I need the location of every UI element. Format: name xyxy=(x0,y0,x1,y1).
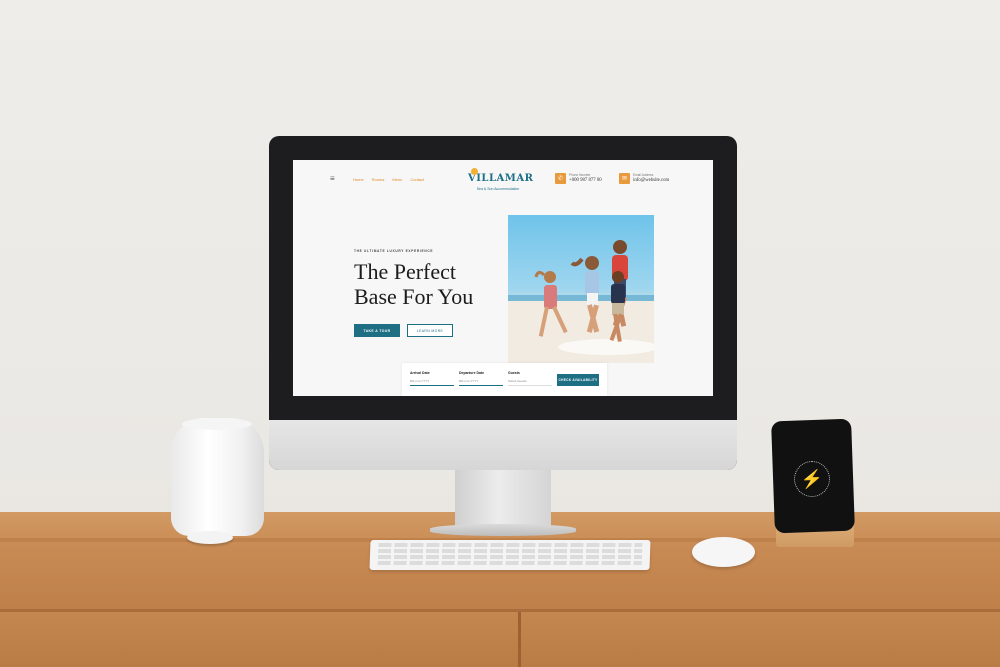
smart-speaker-top xyxy=(182,418,252,430)
beach-family-illustration xyxy=(508,240,654,363)
hero-family-photo xyxy=(508,215,654,363)
smart-speaker xyxy=(171,418,264,536)
main-menu: Home Rooms Menu Contact xyxy=(353,177,424,182)
menu-item-menu[interactable]: Menu xyxy=(392,177,402,182)
lightning-bolt-icon: ⚡ xyxy=(794,461,830,497)
keyboard xyxy=(369,540,651,570)
site-header: ≡ Home Rooms Menu Contact VILLAMAR Sea &… xyxy=(293,160,713,200)
check-availability-button[interactable]: CHECK AVAILABILITY xyxy=(557,374,599,386)
booking-form: Arrival Date DD-mm-YYYY Departure Date D… xyxy=(402,363,607,396)
phone-icon: ✆ xyxy=(555,173,566,184)
guests-field[interactable]: Guests Select Guests xyxy=(508,371,552,386)
mail-icon: ✉ xyxy=(619,173,630,184)
email-value: info@website.com xyxy=(633,177,670,183)
take-a-tour-button[interactable]: TAKE A TOUR xyxy=(354,324,400,337)
departure-date-label: Departure Date xyxy=(459,371,485,375)
phone-contact[interactable]: ✆ Phone Number +000 987 877 00 xyxy=(555,173,602,184)
hamburger-icon[interactable]: ≡ xyxy=(330,174,335,183)
sun-icon xyxy=(471,168,478,175)
drawer-divider xyxy=(518,612,521,667)
monitor-stand-foot xyxy=(430,524,576,536)
monitor-stand xyxy=(455,470,551,528)
keyboard-row xyxy=(377,561,642,565)
keyboard-row xyxy=(378,543,643,547)
logo-tagline: Sea & Sun Accommodation xyxy=(476,187,520,191)
logo-name: VILLAMAR xyxy=(468,173,534,184)
arrival-date-label: Arrival Date xyxy=(410,371,430,375)
arrival-date-field[interactable]: Arrival Date DD-mm-YYYY xyxy=(410,371,454,386)
phone-value: +000 987 877 00 xyxy=(569,177,602,183)
departure-date-field[interactable]: Departure Date DD-mm-YYYY xyxy=(459,371,503,386)
hero-title: The Perfect Base For You xyxy=(354,259,524,309)
arrival-date-input[interactable]: DD-mm-YYYY xyxy=(410,379,454,386)
mouse xyxy=(692,537,755,567)
guests-select[interactable]: Select Guests xyxy=(508,379,552,386)
hero-eyebrow: THE ULTIMATE LUXURY EXPERIENCE xyxy=(354,249,434,253)
menu-item-rooms[interactable]: Rooms xyxy=(372,177,385,182)
desk-drawers xyxy=(0,612,1000,667)
keyboard-row xyxy=(377,555,642,559)
website-screen: ≡ Home Rooms Menu Contact VILLAMAR Sea &… xyxy=(293,160,713,396)
keyboard-row xyxy=(378,549,643,553)
learn-more-button[interactable]: LEARN MORE xyxy=(407,324,453,337)
site-logo[interactable]: VILLAMAR Sea & Sun Accommodation xyxy=(468,168,533,192)
monitor-chin xyxy=(269,420,737,470)
menu-item-home[interactable]: Home xyxy=(353,177,364,182)
menu-item-contact[interactable]: Contact xyxy=(410,177,424,182)
hero-title-line2: Base For You xyxy=(354,284,474,309)
email-contact[interactable]: ✉ Email Address info@website.com xyxy=(619,173,669,184)
departure-date-input[interactable]: DD-mm-YYYY xyxy=(459,379,503,386)
speaker-remote xyxy=(187,531,233,544)
hero-title-line1: The Perfect xyxy=(354,259,456,284)
guests-label: Guests xyxy=(508,371,520,375)
